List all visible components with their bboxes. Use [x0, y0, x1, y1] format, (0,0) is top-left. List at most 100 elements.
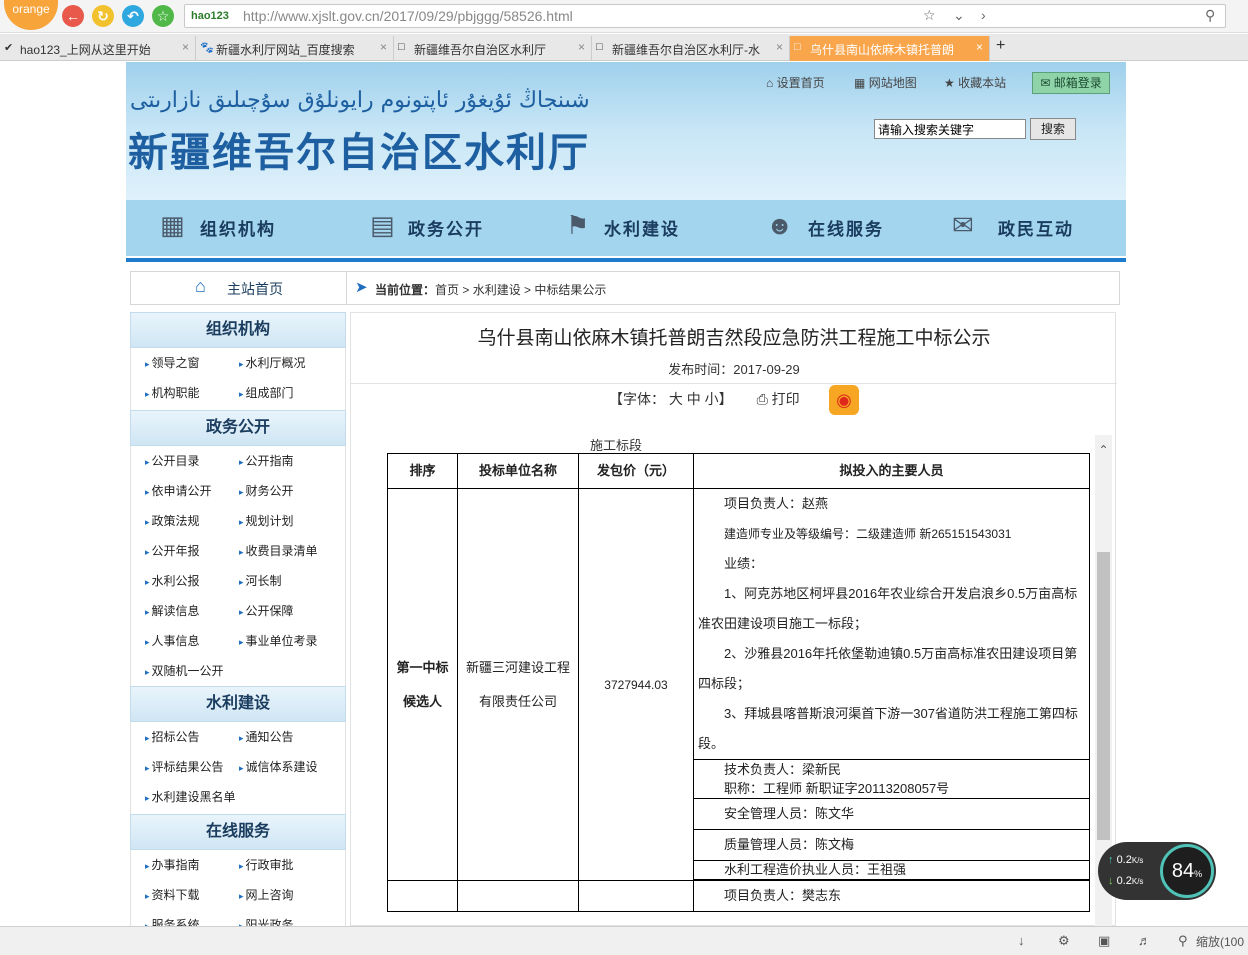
home-icon: ⌂	[766, 76, 774, 90]
grid-icon: ▦	[160, 210, 185, 240]
bookmark-star-icon[interactable]: ☆	[923, 7, 936, 24]
tab-strip: ✔ hao123_上网从这里开始 × 🐾 新疆水利厅网站_百度搜索 × □ 新疆维吾尔自治…	[0, 34, 1248, 61]
nav-service[interactable]: 在线服务	[808, 215, 884, 240]
tab-label: 新疆维吾尔自治区水利厅	[414, 43, 547, 57]
memory-gauge[interactable]: 84%	[1160, 844, 1214, 898]
address-bar[interactable]: hao123 http://www.xjslt.gov.cn/2017/09/2…	[184, 4, 1226, 28]
sidebar-item[interactable]: 双随机一公开	[145, 662, 224, 679]
refresh-icon[interactable]: ↻	[92, 5, 114, 27]
cell-project-lead: 项目负责人：赵燕 建造师专业及等级编号：二级建造师 新265151543031 …	[693, 488, 1090, 760]
divider	[351, 383, 1117, 384]
sidebar-item[interactable]: 领导之窗	[145, 354, 200, 371]
star-icon[interactable]: ☆	[152, 5, 174, 27]
search-icon[interactable]: ⚲	[1205, 7, 1215, 24]
url-text[interactable]: http://www.xjslt.gov.cn/2017/09/29/pbjgg…	[243, 8, 573, 24]
weibo-share-icon[interactable]: ◉	[829, 385, 859, 415]
print-link[interactable]: 打印	[772, 391, 800, 407]
new-tab-button[interactable]: +	[990, 36, 1014, 61]
nav-construction[interactable]: 水利建设	[604, 215, 680, 240]
close-icon[interactable]: ×	[578, 40, 585, 54]
favorite-link[interactable]: ★ 收藏本站	[944, 74, 1006, 91]
nav-interact[interactable]: 政民互动	[998, 215, 1074, 240]
sidebar-item[interactable]: 水利厅概况	[239, 354, 306, 371]
search-button[interactable]: 搜索	[1030, 118, 1076, 140]
document-icon: ▤	[370, 210, 395, 240]
close-icon[interactable]: ×	[776, 40, 783, 54]
nav-org[interactable]: 组织机构	[200, 215, 276, 240]
sidebar-item[interactable]: 人事信息	[145, 632, 200, 649]
undo-icon[interactable]: ↶	[122, 5, 144, 27]
site-title: 新疆维吾尔自治区水利厅	[128, 129, 590, 176]
download-icon[interactable]: ↓	[1018, 933, 1025, 948]
dropdown-icon[interactable]: ⌄	[953, 7, 965, 24]
tab-baidu[interactable]: 🐾 新疆水利厅网站_百度搜索 ×	[196, 36, 394, 61]
article-tools: 【字体： 大 中 小】 ⎙ 打印	[609, 389, 800, 409]
set-home-link[interactable]: ⌂ 设置首页	[766, 74, 825, 91]
home-icon: ⌂	[195, 276, 206, 296]
search-input[interactable]: 请输入搜索关键字	[874, 119, 1026, 139]
tab-label: 新疆水利厅网站_百度搜索	[216, 43, 355, 57]
cell-empty	[457, 880, 579, 912]
cell-cost: 水利工程造价执业人员：王祖强	[693, 860, 1090, 880]
sidebar-item[interactable]: 解读信息	[145, 602, 200, 619]
cell-price: 3727944.03	[578, 488, 694, 881]
home-label: 主站首页	[227, 281, 283, 297]
tab-xjslt[interactable]: □ 新疆维吾尔自治区水利厅 ×	[394, 36, 592, 61]
settings-icon[interactable]: ⚙	[1058, 933, 1070, 949]
download-value: 0.2	[1116, 875, 1132, 887]
tab-hao123[interactable]: ✔ hao123_上网从这里开始 ×	[0, 36, 196, 61]
sidebar-item[interactable]: 公开目录	[145, 452, 200, 469]
font-size-controls[interactable]: 【字体： 大 中 小】	[609, 391, 733, 407]
scroll-up-icon[interactable]: ⌃	[1095, 443, 1112, 457]
sidebar-group-org: 领导之窗 水利厅概况 机构职能 组成部门	[130, 348, 346, 410]
sidebar-item[interactable]: 依申请公开	[145, 482, 212, 499]
sidebar-item[interactable]: 机构职能	[145, 384, 200, 401]
sidebar-item[interactable]: 组成部门	[239, 384, 294, 401]
sidebar-heading-org[interactable]: 组织机构	[130, 312, 346, 348]
sidebar-item[interactable]: 招标公告	[145, 728, 200, 745]
nav-underline	[126, 258, 1126, 262]
section-heading-cut: 施工标段	[590, 438, 643, 453]
scrollbar-thumb[interactable]	[1097, 552, 1110, 840]
browser-badge[interactable]: orange	[4, 0, 58, 30]
nav-affairs[interactable]: 政务公开	[408, 215, 484, 240]
cell-company: 新疆三河建设工程有限责任公司	[457, 488, 579, 881]
link-label: 收藏本站	[958, 76, 1007, 90]
sidebar-item[interactable]: 水利公报	[145, 572, 200, 589]
breadcrumb: ⌂ 主站首页 ➤ 当前位置：首页 > 水利建设 > 中标结果公示	[130, 271, 1120, 305]
close-icon[interactable]: ×	[380, 40, 387, 54]
zoom-icon: ⚲	[1178, 933, 1188, 948]
close-icon[interactable]: ×	[976, 40, 983, 54]
page-favicon-icon: □	[596, 41, 603, 53]
page-favicon-icon: □	[794, 41, 801, 53]
home-link[interactable]: ⌂ 主站首页	[131, 272, 347, 304]
tab-label: 乌什县南山依麻木镇托普朗	[810, 43, 955, 57]
line: 项目负责人：赵燕	[724, 496, 829, 511]
sidebar-item[interactable]: 资料下载	[145, 886, 200, 903]
cell-tech-lead: 技术负责人：梁新民 职称：工程师 新职证字20113208057号	[693, 759, 1090, 799]
zoom-level[interactable]: 缩放(100	[1196, 933, 1244, 950]
page-favicon-icon: □	[398, 41, 405, 53]
close-icon[interactable]: ×	[182, 40, 189, 54]
sidebar-item[interactable]: 政策法规	[145, 512, 200, 529]
sidebar-item[interactable]: 水利建设黑名单	[145, 788, 236, 805]
network-speed-widget[interactable]: ↑ 0.2K/s ↓ 0.2K/s 84%	[1098, 842, 1216, 900]
sidebar-item[interactable]: 公开年报	[145, 542, 200, 559]
sidebar-item[interactable]: 评标结果公告	[145, 758, 224, 775]
tab-xjslt-2[interactable]: □ 新疆维吾尔自治区水利厅-水 ×	[592, 36, 790, 61]
location-arrow-icon: ➤	[355, 279, 368, 296]
print-icon[interactable]: ⎙	[757, 391, 768, 407]
mail-login-button[interactable]: ✉ 邮箱登录	[1032, 72, 1110, 94]
breadcrumb-links[interactable]: 首页 > 水利建设 > 中标结果公示	[435, 283, 606, 297]
back-icon[interactable]: ←	[62, 5, 84, 27]
header-personnel: 拟投入的主要人员	[693, 453, 1090, 489]
forward-icon[interactable]: ›	[981, 7, 986, 23]
tab-active[interactable]: □ 乌什县南山依麻木镇托普朗 ×	[790, 36, 990, 61]
volume-icon[interactable]: ♬	[1138, 933, 1151, 948]
sidebar-item[interactable]: 办事指南	[145, 856, 200, 873]
main-nav: ▦ 组织机构 ▤ 政务公开 ⚑ 水利建设 ☻ 在线服务 ✉ 政民互动	[126, 200, 1126, 256]
line: 建造师专业及等级编号：二级建造师 新265151543031	[724, 527, 1012, 541]
window-icon[interactable]: ▣	[1098, 933, 1110, 949]
header-price: 发包价（元）	[578, 453, 694, 489]
sitemap-link[interactable]: ▦ 网站地图	[854, 74, 917, 91]
